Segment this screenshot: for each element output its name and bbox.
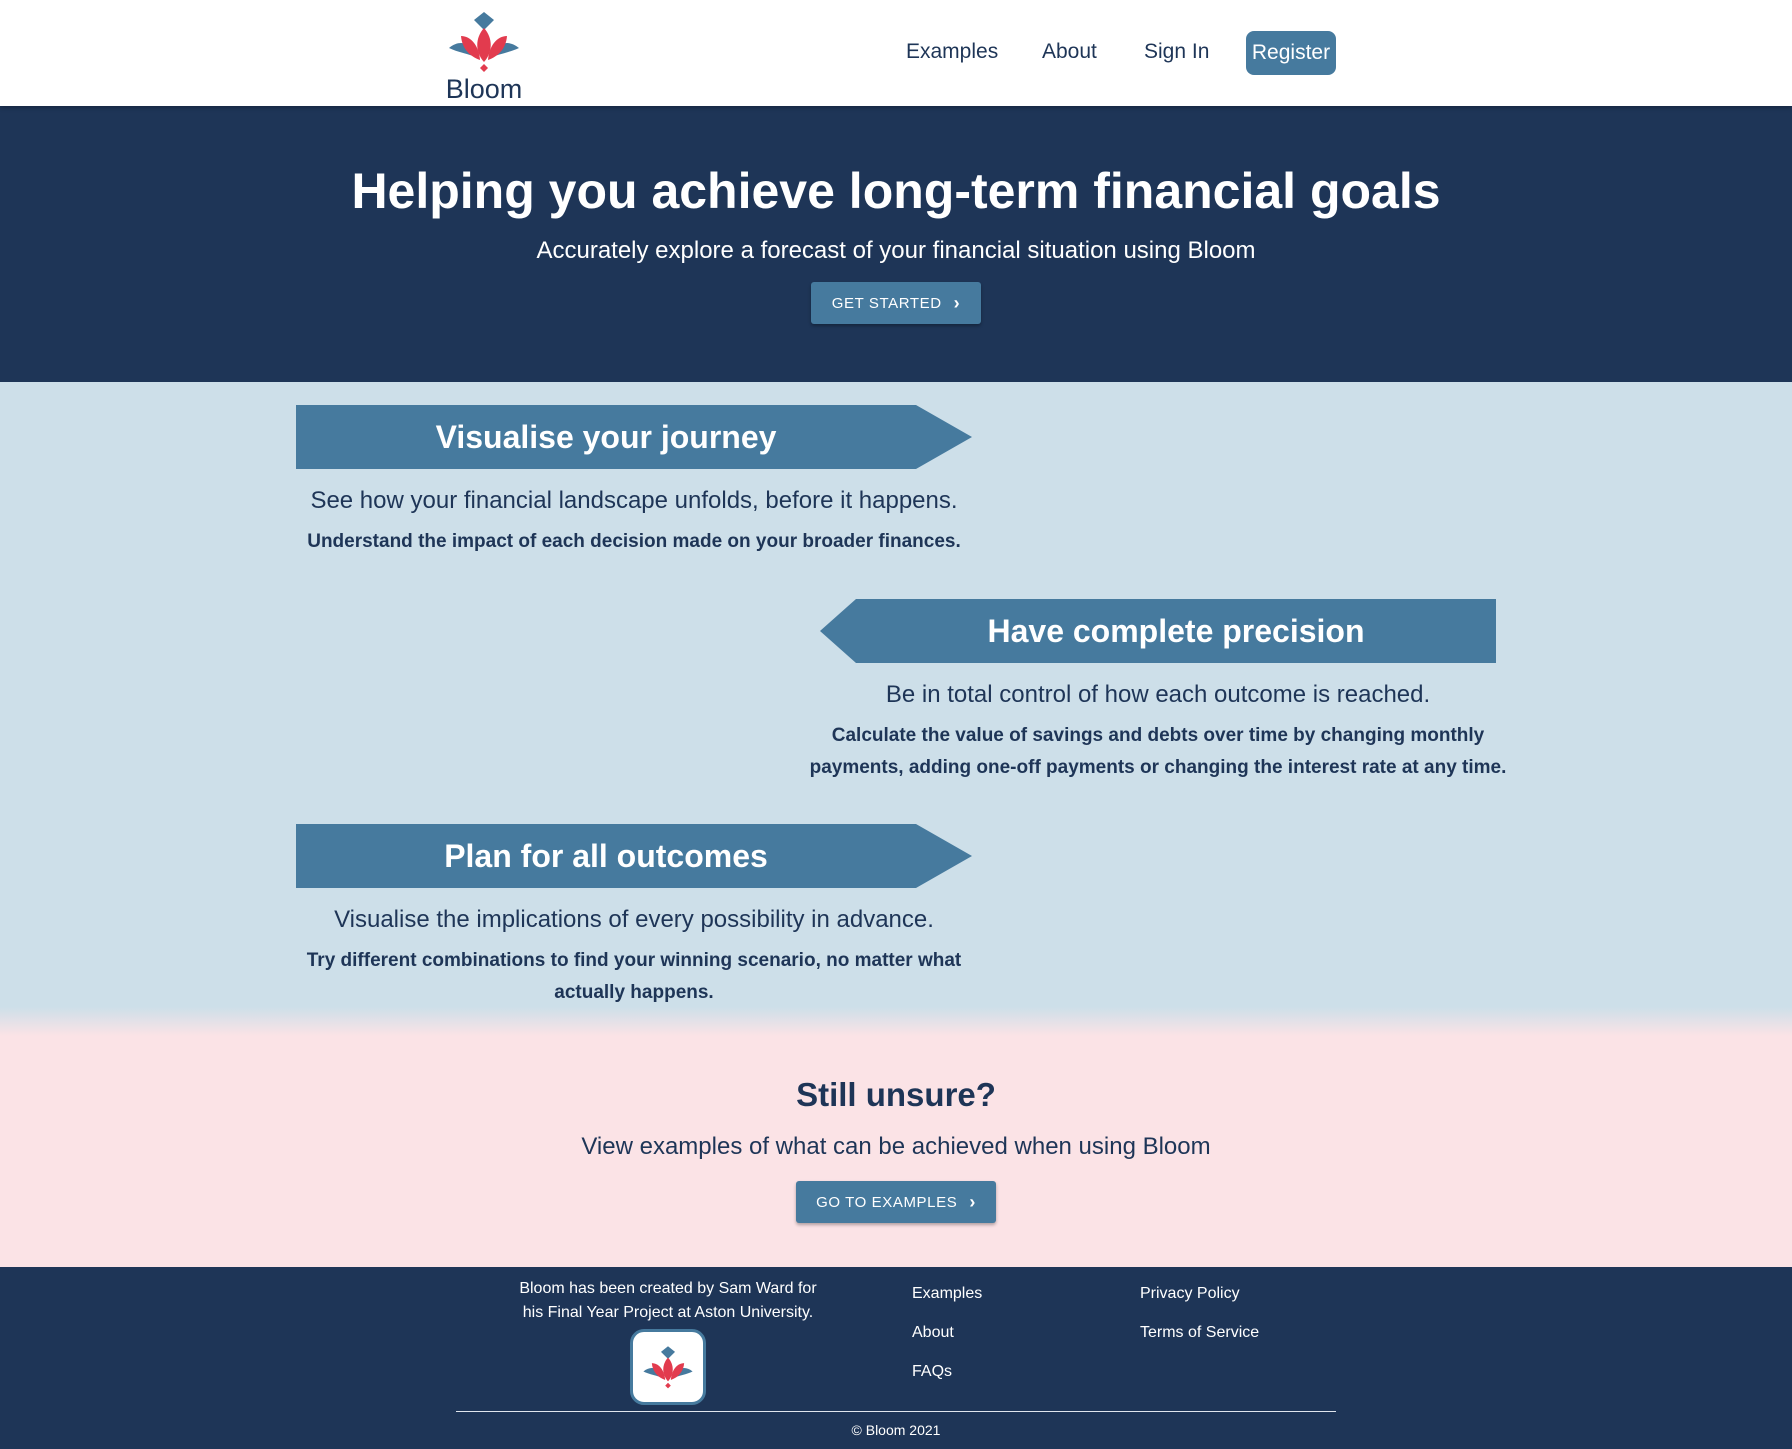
footer-link-examples[interactable]: Examples [912,1285,982,1303]
go-to-examples-label: GO TO EXAMPLES [816,1193,958,1211]
feature-detail: Calculate the value of savings and debts… [809,725,1507,778]
footer-credit: Bloom has been created by Sam Ward for h… [519,1280,817,1321]
chevron-right-icon: › [969,1191,976,1212]
unsure-title: Still unsure? [796,1076,996,1113]
feature-banner-visualise: Visualise your journey [296,405,972,469]
still-unsure-section: Still unsure? View examples of what can … [0,1036,1792,1267]
feature-lead: Be in total control of how each outcome … [885,681,1431,708]
nav-examples-link[interactable]: Examples [906,40,998,64]
unsure-subtitle: View examples of what can be achieved wh… [581,1133,1211,1160]
lotus-logo-icon [643,1346,693,1389]
features-section: Visualise your journey See how your fina… [0,382,1792,1036]
footer-link-terms-of-service[interactable]: Terms of Service [1140,1324,1259,1342]
footer-logo[interactable] [630,1329,706,1405]
feature-heading: Visualise your journey [435,418,777,455]
feature-lead: See how your financial landscape unfolds… [310,487,958,514]
feature-lead: Visualise the implications of every poss… [334,906,934,933]
hero-subtitle: Accurately explore a forecast of your fi… [536,237,1256,264]
logo-text: Bloom [445,74,523,104]
feature-banner-precision: Have complete precision [820,599,1496,663]
feature-banner-outcomes: Plan for all outcomes [296,824,972,888]
footer-link-about[interactable]: About [912,1324,954,1342]
nav-sign-in-link[interactable]: Sign In [1144,40,1209,64]
lotus-logo-icon [449,12,519,72]
footer-link-faqs[interactable]: FAQs [912,1363,952,1381]
get-started-button[interactable]: GET STARTED › [811,282,981,324]
nav-about-link[interactable]: About [1042,40,1097,64]
top-navbar: Bloom Examples About Sign In Register [0,0,1792,106]
go-to-examples-button[interactable]: GO TO EXAMPLES › [796,1181,996,1223]
feature-heading: Plan for all outcomes [444,837,768,874]
hero-title: Helping you achieve long-term financial … [351,163,1441,219]
bloom-logo[interactable]: Bloom [442,8,526,104]
get-started-label: GET STARTED [831,294,942,312]
feature-detail: Understand the impact of each decision m… [307,531,961,552]
footer-copyright: © Bloom 2021 [851,1422,941,1438]
feature-heading: Have complete precision [987,612,1365,649]
footer-divider [456,1411,1336,1412]
register-button[interactable]: Register [1246,31,1336,75]
chevron-right-icon: › [953,292,961,313]
feature-detail: Try different combinations to find your … [306,950,962,1003]
hero-section: Helping you achieve long-term financial … [0,106,1792,382]
footer-link-privacy-policy[interactable]: Privacy Policy [1140,1285,1240,1303]
site-footer: Bloom has been created by Sam Ward for h… [0,1267,1792,1449]
